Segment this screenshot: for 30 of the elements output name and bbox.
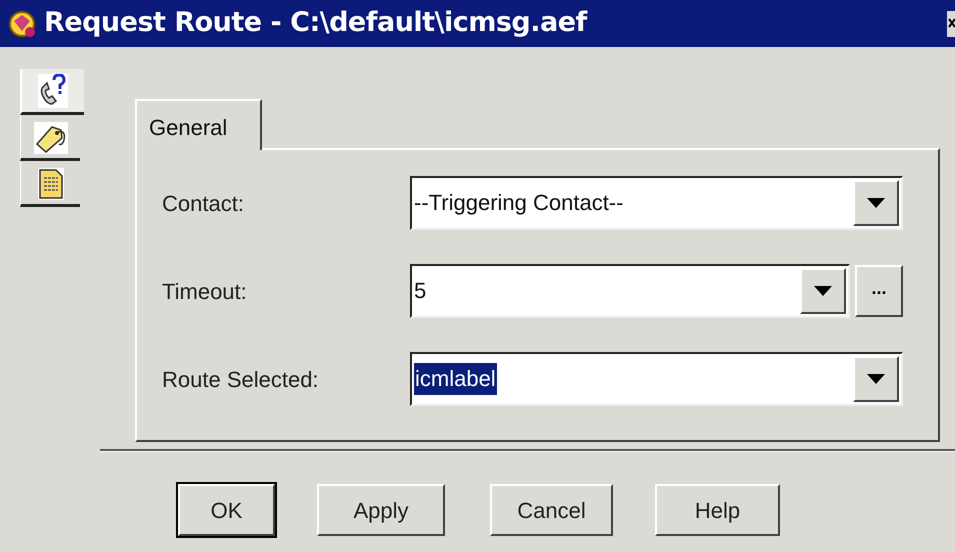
side-tab[interactable] [20, 115, 80, 161]
combo-box[interactable]: 5 [410, 264, 850, 318]
caret-icon [814, 286, 832, 296]
caret-icon [867, 198, 885, 208]
close-button[interactable] [947, 10, 955, 36]
field-value: --Triggering Contact-- [414, 189, 624, 217]
dialog-button[interactable]: Apply [317, 484, 445, 536]
side-tab[interactable] [20, 69, 84, 115]
window-title: Request Route - C:\default\icmsg.aef [44, 6, 587, 40]
field-value: icmlabel [414, 363, 497, 395]
dropdown-button[interactable] [853, 356, 899, 402]
dialog-button[interactable]: OK [178, 484, 275, 536]
field-value: 5 [414, 277, 426, 305]
combo-box[interactable]: --Triggering Contact-- [410, 176, 903, 230]
dialog-button[interactable]: Cancel [490, 484, 613, 536]
field-label: Route Selected: [162, 366, 320, 394]
field-label: Timeout: [162, 278, 248, 306]
dropdown-button[interactable] [853, 180, 899, 226]
phone-question-icon [38, 74, 68, 108]
tag-icon [34, 122, 68, 154]
combo-box[interactable]: icmlabel [410, 352, 903, 406]
document-icon [38, 168, 64, 200]
caret-icon [867, 374, 885, 384]
app-icon [8, 8, 38, 38]
side-tab[interactable] [20, 161, 80, 207]
tab[interactable]: General [135, 99, 262, 150]
dialog-button[interactable]: Help [655, 484, 780, 536]
field-label: Contact: [162, 190, 245, 218]
browse-button[interactable]: ... [855, 265, 903, 317]
dropdown-button[interactable] [800, 268, 846, 314]
